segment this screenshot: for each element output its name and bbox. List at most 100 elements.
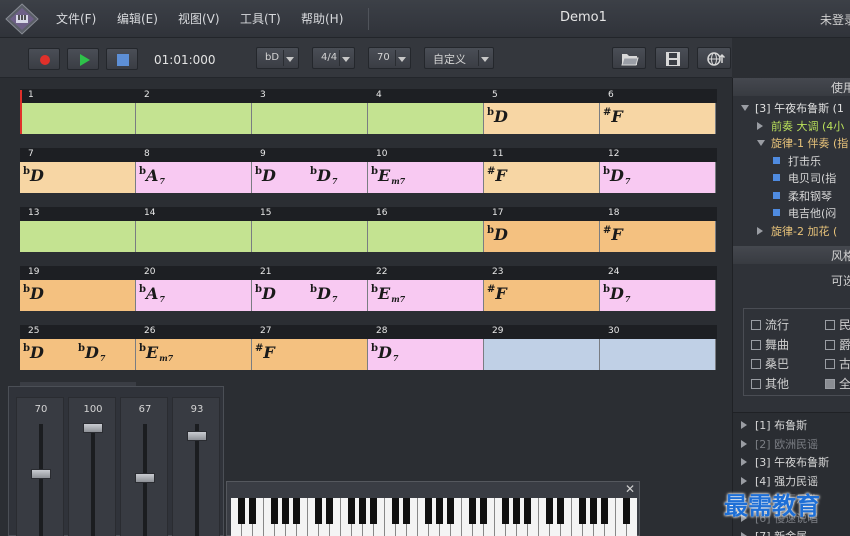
tree-item[interactable]: 电吉他(闷 [773, 205, 836, 221]
checkbox-box[interactable] [751, 378, 761, 389]
style-checkbox[interactable]: 民 [825, 316, 850, 333]
black-key[interactable] [524, 498, 531, 524]
app-logo-icon[interactable] [5, 3, 39, 35]
menu-file[interactable]: 文件(F) [56, 10, 96, 27]
style-checkbox[interactable]: 古 [825, 355, 850, 372]
black-key[interactable] [238, 498, 245, 524]
measure-cell[interactable]: 8 bA7 [136, 148, 252, 193]
style-checkbox[interactable]: 舞曲 [751, 336, 789, 353]
measure-cell[interactable]: 12 bD7 [600, 148, 716, 193]
style-checkbox[interactable]: 爵 [825, 336, 850, 353]
black-key[interactable] [359, 498, 366, 524]
style-list-item[interactable]: [3] 午夜布鲁斯 [741, 454, 829, 470]
chord-symbol[interactable]: bD7 [310, 284, 337, 304]
measure-cell[interactable]: 14 [136, 207, 252, 252]
measure-cell[interactable]: 22 bEm7 [368, 266, 484, 311]
black-key[interactable] [579, 498, 586, 524]
style-checkbox[interactable]: 流行 [751, 316, 789, 333]
save-button[interactable] [655, 47, 689, 69]
tree-item[interactable]: 柔和钢琴 [773, 188, 832, 204]
measure-cell[interactable]: 17 bD [484, 207, 600, 252]
black-key[interactable] [513, 498, 520, 524]
black-key[interactable] [370, 498, 377, 524]
style-checkbox[interactable]: 其他 [751, 375, 789, 392]
measure-cell[interactable]: 27 #F [252, 325, 368, 370]
measure-cell[interactable]: 3 [252, 89, 368, 134]
chord-symbol[interactable]: bD7 [603, 284, 630, 304]
chord-symbol[interactable]: bD [487, 107, 508, 126]
chord-symbol[interactable]: bEm7 [139, 343, 173, 363]
measure-cell[interactable]: 15 [252, 207, 368, 252]
style-list-item[interactable]: [1] 布鲁斯 [741, 417, 807, 433]
style-list-item[interactable]: [2] 欧洲民谣 [741, 436, 818, 452]
tempo-dropdown[interactable]: 70 [368, 47, 411, 69]
collapsed-arrow-icon[interactable] [741, 532, 747, 536]
chord-symbol[interactable]: #F [487, 284, 507, 303]
black-key[interactable] [502, 498, 509, 524]
black-key[interactable] [480, 498, 487, 524]
black-key[interactable] [392, 498, 399, 524]
menu-view[interactable]: 视图(V) [178, 10, 220, 27]
black-key[interactable] [601, 498, 608, 524]
collapsed-arrow-icon[interactable] [741, 421, 747, 429]
measure-cell[interactable]: 1 [20, 89, 136, 134]
open-file-button[interactable] [612, 47, 646, 69]
black-key[interactable] [425, 498, 432, 524]
checkbox-box[interactable] [825, 359, 835, 369]
measure-cell[interactable]: 16 [368, 207, 484, 252]
style-dropdown[interactable]: 自定义 [424, 47, 494, 69]
stop-button[interactable] [106, 48, 138, 70]
chord-symbol[interactable]: bD [487, 225, 508, 244]
collapsed-arrow-icon[interactable] [757, 121, 763, 130]
chord-symbol[interactable]: #F [255, 343, 275, 362]
collapsed-arrow-icon[interactable] [757, 226, 763, 235]
black-key[interactable] [293, 498, 300, 524]
black-key[interactable] [546, 498, 553, 524]
piano-keys[interactable] [231, 498, 637, 536]
measure-cell[interactable]: 13 [20, 207, 136, 252]
collapsed-arrow-icon[interactable] [741, 458, 747, 466]
measure-cell[interactable]: 11 #F [484, 148, 600, 193]
black-key[interactable] [282, 498, 289, 524]
expanded-arrow-icon[interactable] [757, 140, 765, 146]
tree-item[interactable]: 打击乐 [773, 153, 821, 169]
chord-symbol[interactable]: #F [603, 107, 623, 126]
chord-symbol[interactable]: bD7 [78, 343, 105, 363]
chord-symbol[interactable]: bA7 [139, 284, 165, 304]
style-checkbox[interactable]: 桑巴 [751, 355, 789, 372]
measure-cell[interactable]: 9 bD bD7 [252, 148, 368, 193]
chord-symbol[interactable]: bD [255, 166, 276, 185]
measure-cell[interactable]: 10 bEm7 [368, 148, 484, 193]
measure-cell[interactable]: 19 bD [20, 266, 136, 311]
black-key[interactable] [315, 498, 322, 524]
fader-knob[interactable] [187, 431, 207, 441]
chord-symbol[interactable]: bD7 [603, 166, 630, 186]
black-key[interactable] [249, 498, 256, 524]
collapsed-arrow-icon[interactable] [741, 439, 747, 448]
measure-cell[interactable]: 25 bD bD7 [20, 325, 136, 370]
black-key[interactable] [271, 498, 278, 524]
black-key[interactable] [590, 498, 597, 524]
chord-symbol[interactable]: bD7 [371, 343, 398, 363]
black-key[interactable] [326, 498, 333, 524]
chord-symbol[interactable]: bD [255, 284, 276, 303]
measure-cell[interactable]: 5 bD [484, 89, 600, 134]
fader-knob[interactable] [83, 422, 103, 433]
menu-edit[interactable]: 编辑(E) [117, 10, 158, 27]
fader-knob[interactable] [135, 473, 155, 483]
fader-knob[interactable] [31, 469, 51, 480]
collapsed-arrow-icon[interactable] [741, 476, 747, 485]
meter-dropdown[interactable]: 4/4 [312, 47, 355, 69]
measure-cell[interactable]: 28 bD7 [368, 325, 484, 370]
measure-cell[interactable]: 4 [368, 89, 484, 134]
black-key[interactable] [623, 498, 630, 524]
measure-cell[interactable]: 24 bD7 [600, 266, 716, 311]
chord-symbol[interactable]: #F [487, 166, 507, 185]
chord-symbol[interactable]: bD [23, 343, 44, 362]
measure-cell[interactable]: 29 [484, 325, 600, 370]
measure-cell[interactable]: 6 #F [600, 89, 716, 134]
key-dropdown[interactable]: bD [256, 47, 299, 69]
black-key[interactable] [447, 498, 454, 524]
export-button[interactable] [697, 47, 731, 69]
tree-item[interactable]: 旋律-2 加花 ( [757, 223, 837, 239]
